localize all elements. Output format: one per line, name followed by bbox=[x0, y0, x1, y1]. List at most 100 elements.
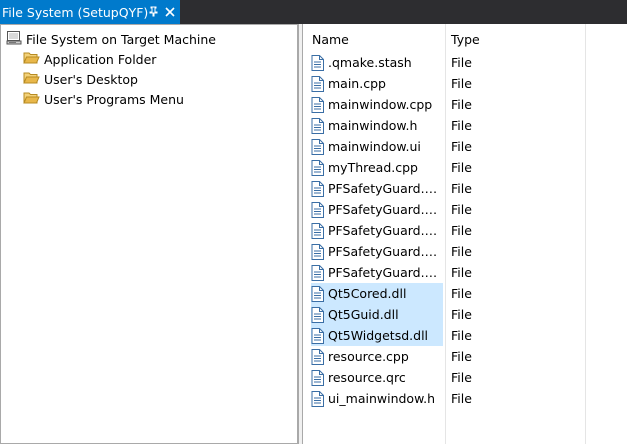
file-icon bbox=[311, 222, 324, 239]
file-name-cell[interactable]: resource.qrc bbox=[311, 367, 443, 388]
tree-item-label: User's Programs Menu bbox=[44, 91, 184, 107]
document-tab-strip: File System (SetupQYF) bbox=[0, 0, 627, 24]
file-name: PFSafetyGuard.vcx... bbox=[328, 244, 438, 259]
file-type: File bbox=[451, 202, 472, 217]
pin-icon[interactable] bbox=[146, 3, 160, 19]
file-name: mainwindow.ui bbox=[328, 139, 421, 154]
file-type: File bbox=[451, 307, 472, 322]
file-type: File bbox=[451, 391, 472, 406]
column-header-name-label: Name bbox=[312, 31, 349, 47]
file-name: Qt5Guid.dll bbox=[328, 307, 399, 322]
file-name: resource.qrc bbox=[328, 370, 406, 385]
tree-item-application-folder[interactable]: Application Folder bbox=[23, 49, 156, 69]
column-header-empty bbox=[585, 24, 627, 54]
file-name: myThread.cpp bbox=[328, 160, 418, 175]
folder-icon bbox=[23, 70, 40, 88]
file-name: mainwindow.h bbox=[328, 118, 418, 133]
file-name-cell[interactable]: mainwindow.ui bbox=[311, 136, 443, 157]
file-name-cell[interactable]: mainwindow.cpp bbox=[311, 94, 443, 115]
file-name-cell[interactable]: ui_mainwindow.h bbox=[311, 388, 443, 409]
file-name-cell[interactable]: Qt5Guid.dll bbox=[311, 304, 443, 325]
file-name-cell[interactable]: myThread.cpp bbox=[311, 157, 443, 178]
file-row[interactable]: PFSafetyGuard.sln File bbox=[303, 199, 627, 220]
file-type: File bbox=[451, 244, 472, 259]
file-row[interactable]: Qt5Widgetsd.dll File bbox=[303, 325, 627, 346]
file-icon bbox=[311, 159, 324, 176]
file-name-cell[interactable]: PFSafetyGuard.vcx... bbox=[311, 220, 443, 241]
file-type: File bbox=[451, 328, 472, 343]
file-icon bbox=[311, 348, 324, 365]
folder-icon bbox=[23, 50, 40, 68]
tree-item-label: User's Desktop bbox=[44, 71, 138, 87]
file-name: PFSafetyGuard.vcx... bbox=[328, 265, 438, 280]
file-system-tree: File System on Target Machine Applicatio… bbox=[0, 24, 298, 444]
file-row[interactable]: Qt5Cored.dll File bbox=[303, 283, 627, 304]
file-row[interactable]: ui_mainwindow.h File bbox=[303, 388, 627, 409]
file-icon bbox=[311, 390, 324, 407]
file-icon bbox=[311, 54, 324, 71]
file-row[interactable]: Qt5Guid.dll File bbox=[303, 304, 627, 325]
file-icon bbox=[311, 285, 324, 302]
tree-root[interactable]: File System on Target Machine bbox=[6, 29, 216, 49]
file-row[interactable]: resource.qrc File bbox=[303, 367, 627, 388]
computer-icon bbox=[6, 30, 22, 49]
file-row[interactable]: mainwindow.ui File bbox=[303, 136, 627, 157]
tree-item-users-programs-menu[interactable]: User's Programs Menu bbox=[23, 89, 184, 109]
tree-root-label: File System on Target Machine bbox=[26, 31, 216, 47]
column-header-name[interactable]: Name bbox=[303, 24, 445, 54]
file-icon bbox=[311, 180, 324, 197]
tab-title: File System (SetupQYF) bbox=[2, 4, 149, 20]
file-icon bbox=[311, 306, 324, 323]
tab-file-system[interactable]: File System (SetupQYF) bbox=[0, 0, 180, 24]
file-name-cell[interactable]: PFSafetyGuard.vcx... bbox=[311, 241, 443, 262]
file-type: File bbox=[451, 139, 472, 154]
file-type: File bbox=[451, 286, 472, 301]
file-name: resource.cpp bbox=[328, 349, 409, 364]
file-row[interactable]: PFSafetyGuard.vcx... File bbox=[303, 262, 627, 283]
tree-item-label: Application Folder bbox=[44, 51, 157, 67]
file-type: File bbox=[451, 118, 472, 133]
file-name-cell[interactable]: main.cpp bbox=[311, 73, 443, 94]
file-name: mainwindow.cpp bbox=[328, 97, 433, 112]
file-type: File bbox=[451, 181, 472, 196]
file-name-cell[interactable]: PFSafetyGuard.vcx... bbox=[311, 262, 443, 283]
file-icon bbox=[311, 201, 324, 218]
file-name-cell[interactable]: Qt5Widgetsd.dll bbox=[311, 325, 443, 346]
file-row[interactable]: resource.cpp File bbox=[303, 346, 627, 367]
file-type: File bbox=[451, 370, 472, 385]
file-type: File bbox=[451, 55, 472, 70]
column-header-type[interactable]: Type bbox=[445, 24, 585, 54]
file-row[interactable]: mainwindow.h File bbox=[303, 115, 627, 136]
file-name: .qmake.stash bbox=[328, 55, 412, 70]
file-name: PFSafetyGuard.sln bbox=[328, 202, 438, 217]
file-name-cell[interactable]: resource.cpp bbox=[311, 346, 443, 367]
file-icon bbox=[311, 243, 324, 260]
file-type: File bbox=[451, 97, 472, 112]
file-list: Name Type .qmake.stash File main.cpp File ma… bbox=[302, 24, 627, 444]
file-type: File bbox=[451, 265, 472, 280]
file-row[interactable]: PFSafetyGuard.vcx... File bbox=[303, 220, 627, 241]
file-type: File bbox=[451, 160, 472, 175]
file-name: main.cpp bbox=[328, 76, 386, 91]
file-icon bbox=[311, 96, 324, 113]
file-row[interactable]: PFSafetyGuard.vcx... File bbox=[303, 241, 627, 262]
tree-item-users-desktop[interactable]: User's Desktop bbox=[23, 69, 138, 89]
close-icon[interactable] bbox=[163, 4, 177, 20]
file-type: File bbox=[451, 223, 472, 238]
file-name-cell[interactable]: .qmake.stash bbox=[311, 52, 443, 73]
file-row[interactable]: mainwindow.cpp File bbox=[303, 94, 627, 115]
file-row[interactable]: main.cpp File bbox=[303, 73, 627, 94]
file-name-cell[interactable]: PFSafetyGuard.pro bbox=[311, 178, 443, 199]
file-icon bbox=[311, 75, 324, 92]
file-type: File bbox=[451, 76, 472, 91]
file-name-cell[interactable]: PFSafetyGuard.sln bbox=[311, 199, 443, 220]
file-row[interactable]: PFSafetyGuard.pro File bbox=[303, 178, 627, 199]
file-icon bbox=[311, 117, 324, 134]
file-name-cell[interactable]: mainwindow.h bbox=[311, 115, 443, 136]
file-name: PFSafetyGuard.vcx... bbox=[328, 223, 438, 238]
file-name-cell[interactable]: Qt5Cored.dll bbox=[311, 283, 443, 304]
file-row[interactable]: .qmake.stash File bbox=[303, 52, 627, 73]
file-name: PFSafetyGuard.pro bbox=[328, 181, 438, 196]
file-row[interactable]: myThread.cpp File bbox=[303, 157, 627, 178]
file-icon bbox=[311, 138, 324, 155]
